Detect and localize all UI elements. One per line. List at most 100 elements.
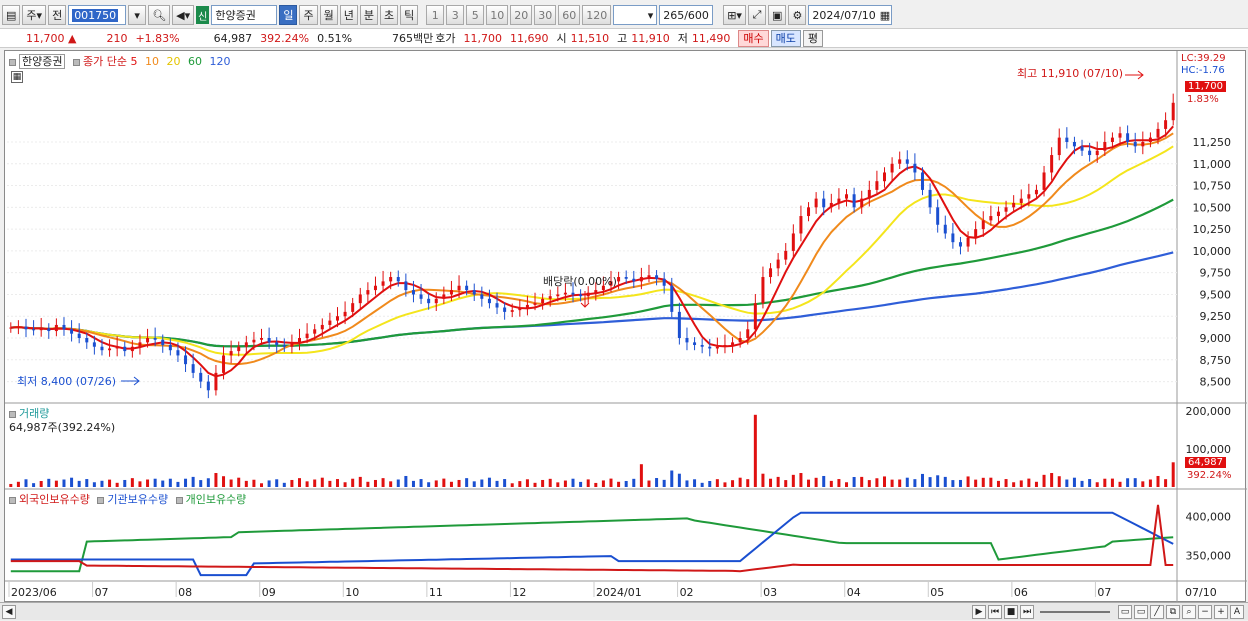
volume-bar <box>518 481 522 487</box>
draw-tools-icon[interactable]: ⤢ <box>747 5 766 25</box>
volume-bar <box>313 479 317 487</box>
tab-year[interactable]: 년 <box>339 5 358 25</box>
candle-body <box>1133 141 1137 147</box>
candle-body <box>1088 150 1092 156</box>
interval-5[interactable]: 5 <box>466 5 485 25</box>
gear-icon[interactable]: ⚙ <box>788 5 807 25</box>
layout2-icon[interactable]: ▭ <box>1134 604 1148 619</box>
volume-bar <box>237 477 241 487</box>
scroll-left-icon[interactable]: ◀ <box>2 604 16 619</box>
text-size-icon[interactable]: A <box>1230 604 1244 619</box>
volume-bar <box>100 480 104 487</box>
tab-week[interactable]: 주 <box>299 5 318 25</box>
candle-body <box>229 351 233 356</box>
tab-day[interactable]: 일 <box>279 5 298 25</box>
stop-icon[interactable]: ■ <box>1004 604 1018 619</box>
volume-bar <box>989 477 993 487</box>
volume-ratio: 392.24% <box>260 31 310 45</box>
price-tick-label: 10,000 <box>1193 245 1232 258</box>
candle-body <box>115 346 119 349</box>
candle-body <box>472 290 476 295</box>
volume-bar <box>1004 479 1008 487</box>
interval-3[interactable]: 3 <box>446 5 465 25</box>
candle-body <box>222 355 226 373</box>
candle-body <box>996 211 1000 217</box>
date-input[interactable]: 2024/07/10 ▦ <box>808 5 893 25</box>
candle-body <box>655 275 659 279</box>
prev-button[interactable]: 전 <box>48 5 67 25</box>
eval-button[interactable]: 평 <box>802 29 824 47</box>
legend-pin-icon[interactable] <box>175 496 183 504</box>
tab-month[interactable]: 월 <box>319 5 338 25</box>
volume-bar <box>358 476 362 487</box>
interval-30[interactable]: 30 <box>534 5 557 25</box>
zoom-slider[interactable] <box>1040 610 1110 613</box>
compare-icon[interactable]: ⧉ <box>1166 604 1180 619</box>
tab-second[interactable]: 초 <box>379 5 399 25</box>
volume-bar <box>404 475 408 487</box>
candle-body <box>305 333 309 339</box>
candle-body <box>867 189 871 199</box>
volume-bar <box>457 479 461 487</box>
draw-line-icon[interactable]: ╱ <box>1150 604 1164 619</box>
legend-pin-icon[interactable] <box>97 496 105 504</box>
volume-bar <box>191 476 195 487</box>
code-dropdown-icon[interactable]: ▾ <box>128 5 147 25</box>
volume-bar <box>822 475 826 487</box>
save-icon[interactable]: ▣ <box>767 5 787 25</box>
candle-body <box>404 281 408 291</box>
legend-pin-icon[interactable] <box>9 496 16 504</box>
legend-pin-icon[interactable] <box>9 410 16 418</box>
price-tick-label: 11,000 <box>1193 158 1232 171</box>
sell-button[interactable]: 매도 <box>770 29 801 47</box>
candle-body <box>890 163 894 173</box>
buy-button[interactable]: 매수 <box>738 29 769 47</box>
candle-body <box>715 346 719 349</box>
fast-forward-icon[interactable]: ⏭ <box>1020 604 1034 619</box>
search-icon[interactable]: 🔍︎ <box>148 5 171 25</box>
count-input[interactable]: 265/600 <box>659 5 714 25</box>
candle-body <box>487 298 491 304</box>
candle-body <box>556 294 560 297</box>
chart-menu-icon[interactable]: ▤ <box>2 5 21 25</box>
chart-svg[interactable]: 11,250 11,000 10,750 10,500 10,250 10,000 9,75… <box>5 51 1247 603</box>
grid-toggle-icon[interactable]: ▦ <box>11 71 23 83</box>
period-select-button[interactable]: 주 ▾ <box>22 5 47 25</box>
chart-scrollbar[interactable]: ◀ ▶ ⏮ ■ ⏭ ▭ ▭ ╱ ⧉ ⌕ − + A <box>0 602 1248 620</box>
stock-code-input[interactable]: 001750 <box>68 5 127 25</box>
ma120-legend: 120 <box>209 55 231 68</box>
interval-1[interactable]: 1 <box>426 5 445 25</box>
interval-120[interactable]: 120 <box>582 5 612 25</box>
volume-bar <box>153 478 157 487</box>
stock-legend-name: 한양증권 <box>19 54 66 69</box>
volume-bar <box>1110 478 1114 487</box>
legend-pin-icon[interactable] <box>72 58 80 66</box>
speaker-icon[interactable]: ◀▾ <box>172 5 195 25</box>
scroll-right-icon[interactable]: ▶ <box>972 604 986 619</box>
rewind-icon[interactable]: ⏮ <box>988 604 1002 619</box>
zoom-out-icon[interactable]: − <box>1198 604 1212 619</box>
candle-body <box>275 342 279 345</box>
chart-tools-icon[interactable]: ⊞▾ <box>723 5 746 25</box>
legend-pin-icon[interactable] <box>9 58 16 66</box>
price-tick-label: 10,500 <box>1193 201 1232 214</box>
interval-60[interactable]: 60 <box>558 5 581 25</box>
calendar-icon[interactable]: ▦ <box>880 9 890 22</box>
zoom-search-icon[interactable]: ⌕ <box>1182 604 1196 619</box>
tab-tick[interactable]: 틱 <box>400 5 419 25</box>
volume-bar <box>753 414 757 487</box>
layout-icon[interactable]: ▭ <box>1118 604 1132 619</box>
interval-10[interactable]: 10 <box>486 5 509 25</box>
interval-custom-input[interactable]: ▾ <box>613 5 658 25</box>
volume-bar <box>784 480 788 487</box>
candle-body <box>1034 189 1038 195</box>
x-axis-label: 06 <box>1014 586 1028 599</box>
volume-tick-label: 200,000 <box>1186 405 1232 418</box>
chart-area[interactable]: 11,250 11,000 10,750 10,500 10,250 10,000 9,75… <box>4 50 1247 603</box>
volume-bar <box>693 479 697 487</box>
tab-minute[interactable]: 분 <box>359 5 378 25</box>
volume-bar <box>670 470 674 487</box>
candle-body <box>62 324 66 330</box>
interval-20[interactable]: 20 <box>510 5 533 25</box>
zoom-in-icon[interactable]: + <box>1214 604 1228 619</box>
